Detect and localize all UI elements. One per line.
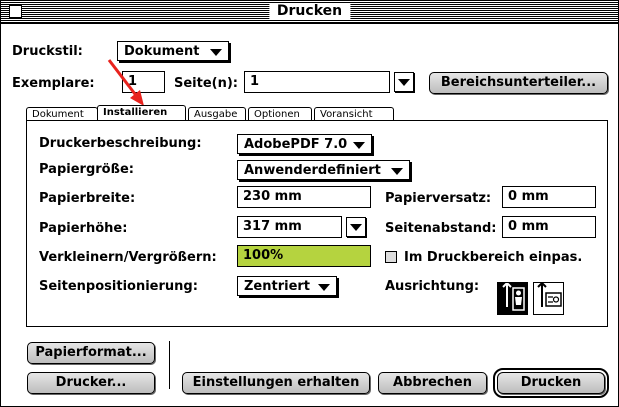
papierbreite-label: Papierbreite: [39,191,136,206]
papiergroesse-value: Anwenderdefiniert [244,163,381,178]
abbrechen-button[interactable]: Abbrechen [378,372,487,394]
seitenpos-label: Seitenpositionierung: [39,279,198,294]
landscape-figure-icon [537,281,562,307]
title-bar[interactable]: Drucken [1,1,618,24]
seitenpos-popup[interactable]: Zentriert [237,276,337,296]
papierhoehe-label: Papierhöhe: [39,221,128,236]
tab-dokument[interactable]: Dokument [26,107,98,121]
dropdown-arrow-icon [350,224,362,231]
papiergroesse-popup[interactable]: Anwenderdefiniert [237,160,410,180]
drucker-button[interactable]: Drucker... [27,372,155,394]
portrait-figure-icon [502,281,525,311]
popup-arrow-icon [353,142,365,149]
seitenabstand-label: Seitenabstand: [385,221,497,236]
tab-ausgabe[interactable]: Ausgabe [188,107,246,121]
annotation-arrow-icon [107,59,144,106]
papierversatz-label: Papierversatz: [385,191,492,206]
papierhoehe-input[interactable]: 317 mm [237,216,342,238]
druckerbeschreibung-label: Druckerbeschreibung: [39,136,202,151]
papierversatz-input[interactable]: 0 mm [502,186,596,208]
papiergroesse-label: Papiergröße: [39,162,134,177]
window-title: Drucken [268,3,351,20]
exemplare-label: Exemplare: [12,76,95,91]
papierbreite-input[interactable]: 230 mm [237,186,371,208]
portrait-orientation-icon[interactable] [497,281,528,315]
tab-optionen[interactable]: Optionen [248,107,312,121]
ausrichtung-label: Ausrichtung: [385,279,480,294]
papierhoehe-dropdown[interactable] [346,217,366,237]
seiten-dropdown[interactable] [394,72,414,92]
bereichsunterteiler-button[interactable]: Bereichsunterteiler... [429,72,608,94]
print-dialog: Drucken Druckstil: Dokument Exemplare: 1… [0,0,619,407]
seitenpos-value: Zentriert [244,279,311,294]
drucken-button[interactable]: Drucken [493,368,609,398]
tab-voransicht[interactable]: Voransicht [314,107,394,121]
popup-arrow-icon [210,49,222,56]
dropdown-arrow-icon [398,79,410,86]
druckstil-label: Druckstil: [12,44,83,59]
tab-installieren[interactable]: Installieren [97,105,186,121]
skalierung-input[interactable]: 100% [237,245,371,267]
landscape-orientation-icon[interactable] [533,281,564,315]
popup-arrow-icon [391,168,403,175]
papierformat-button[interactable]: Papierformat... [27,342,155,364]
skalierung-label: Verkleinern/Vergrößern: [39,250,217,265]
einpassen-checkbox[interactable] [385,251,397,263]
seiten-label: Seite(n): [174,76,239,91]
close-box-icon[interactable] [9,5,22,18]
seiten-input[interactable]: 1 [244,71,390,93]
einstellungen-erhalten-button[interactable]: Einstellungen erhalten [182,372,370,394]
druckerbeschreibung-value: AdobePDF 7.0 [244,137,348,152]
seitenabstand-input[interactable]: 0 mm [502,216,596,238]
druckerbeschreibung-popup[interactable]: AdobePDF 7.0 [237,134,372,154]
popup-arrow-icon [318,284,330,291]
einpassen-label: Im Druckbereich einpas. [404,250,583,265]
vertical-divider [169,341,170,389]
